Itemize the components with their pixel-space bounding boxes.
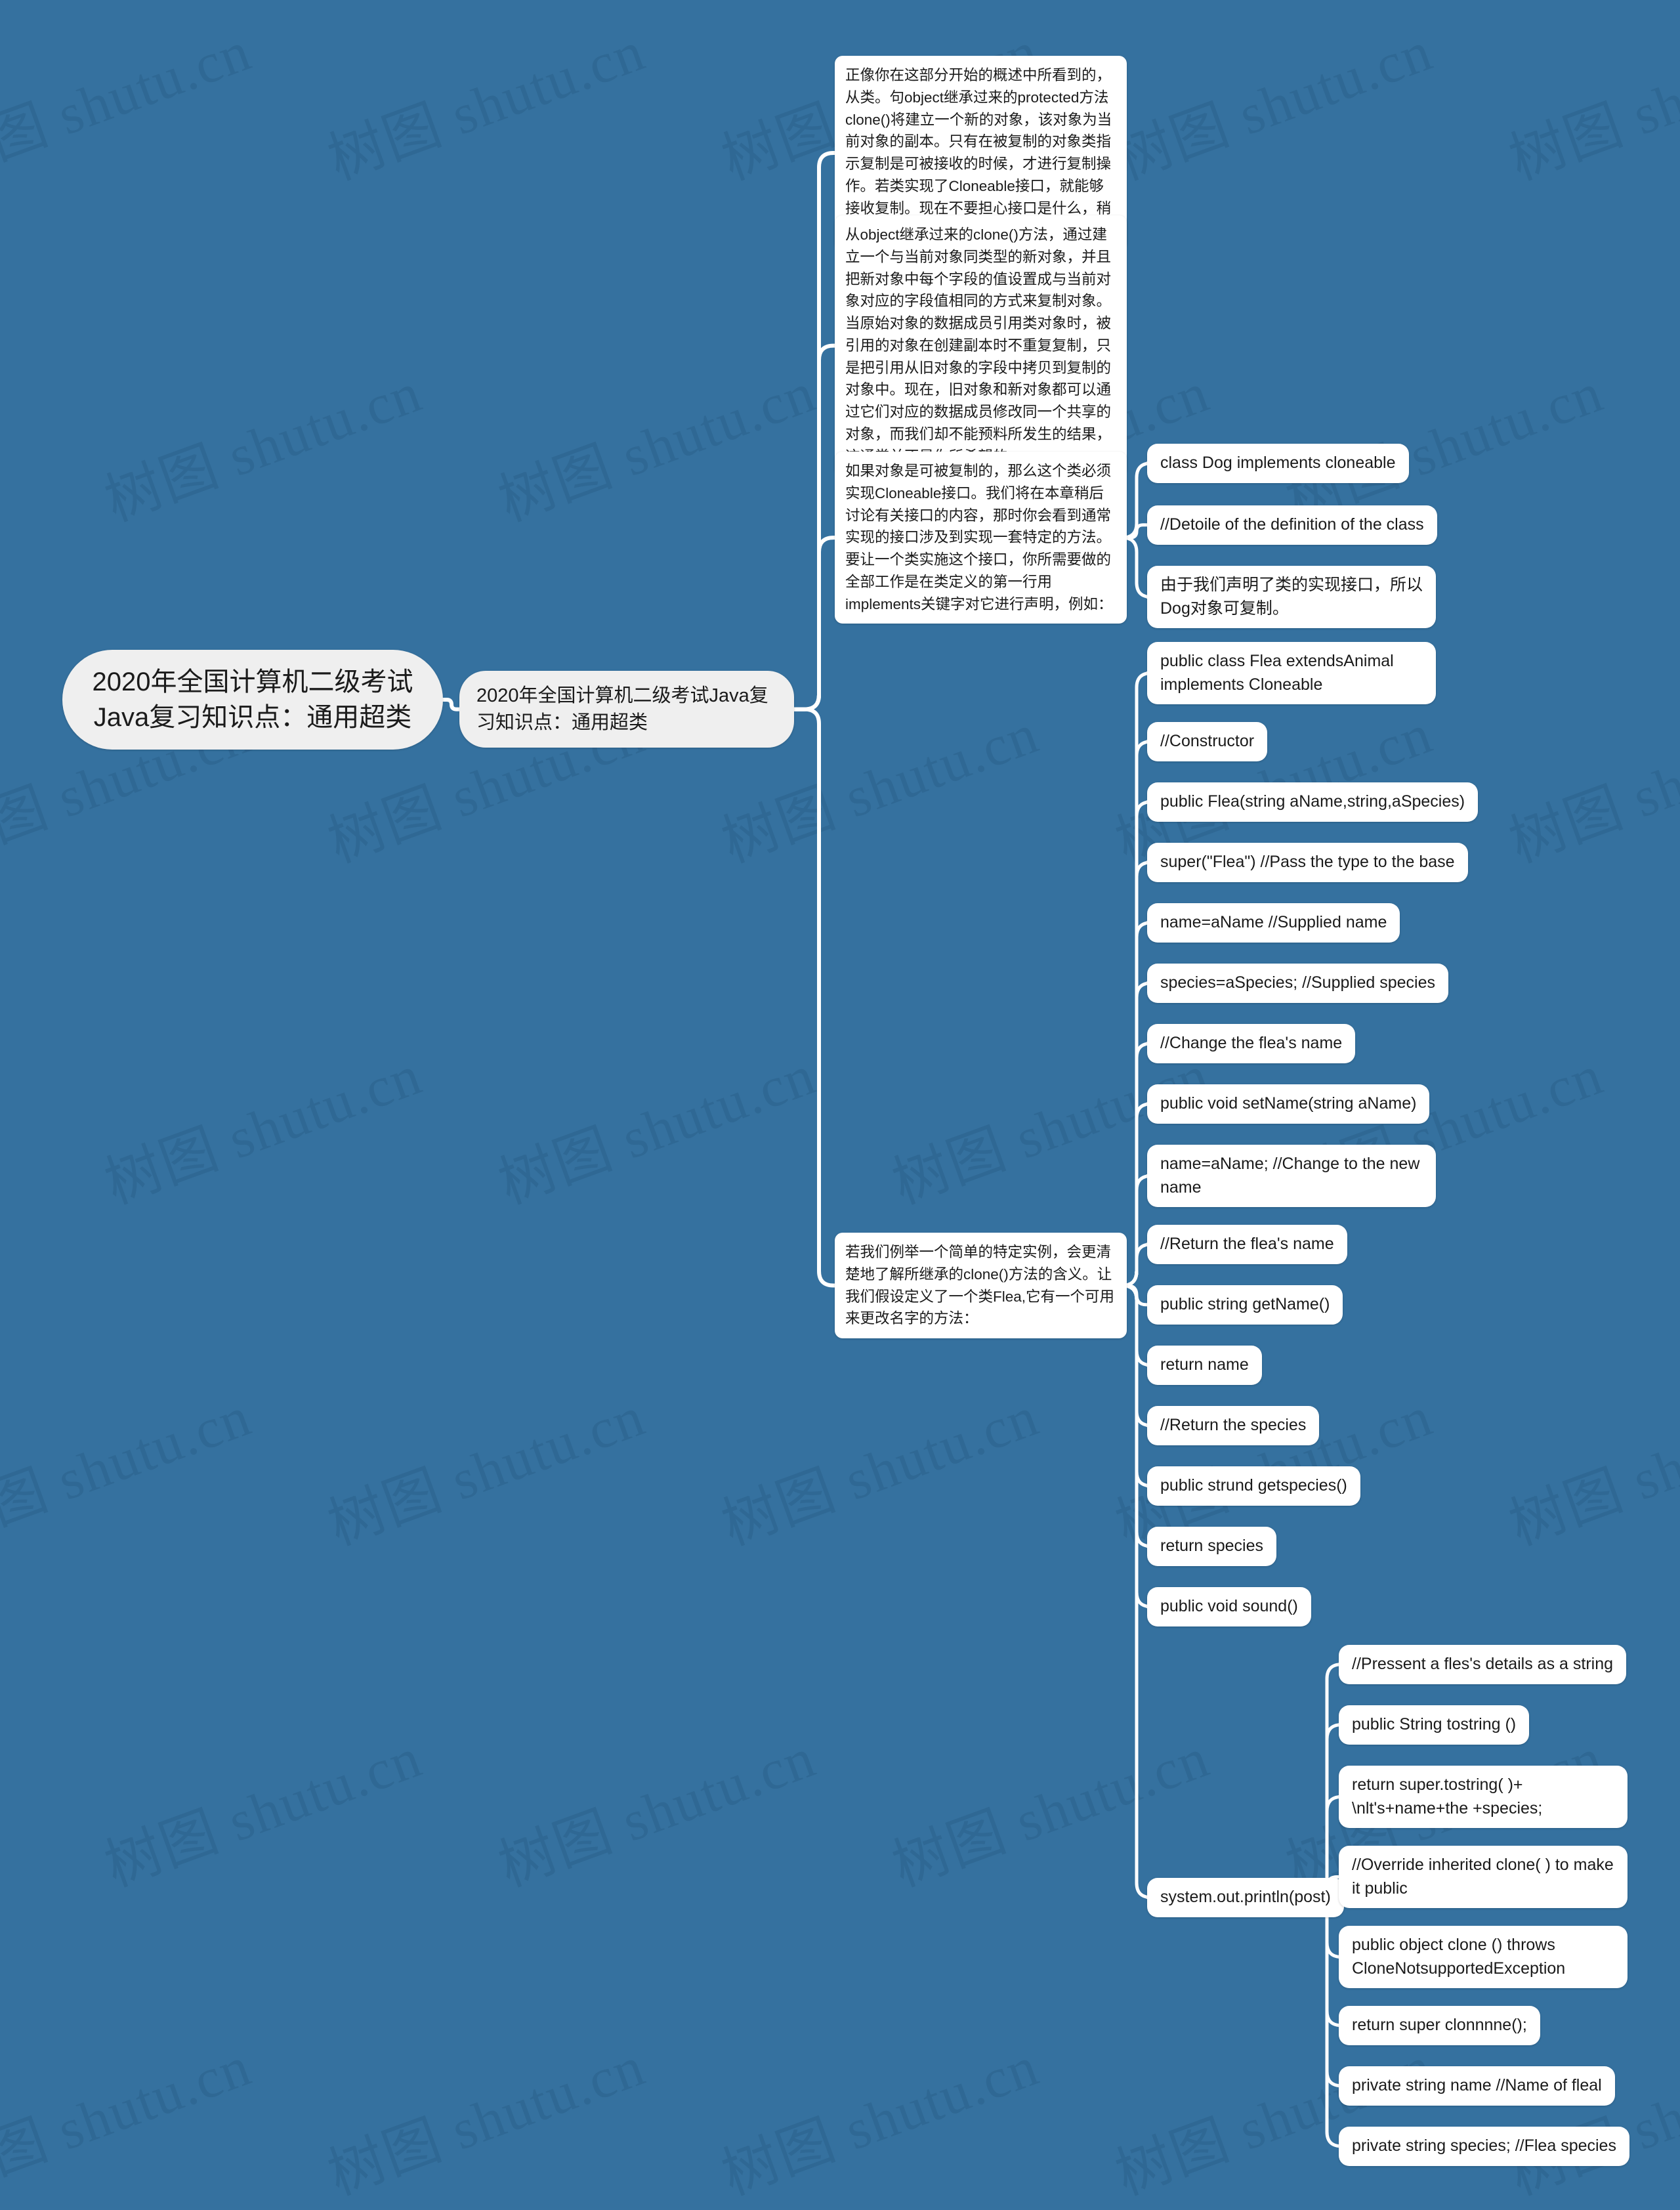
code-node-species-supplied[interactable]: species=aSpecies; //Supplied species: [1147, 964, 1449, 1003]
code-node-println[interactable]: system.out.println(post): [1147, 1878, 1344, 1917]
root-node[interactable]: 2020年全国计算机二级考试Java复习知识点：通用超类: [62, 650, 443, 750]
level2-node[interactable]: 2020年全国计算机二级考试Java复习知识点：通用超类: [459, 671, 794, 748]
paragraph-node-4[interactable]: 若我们例举一个简单的特定实例，会更清楚地了解所继承的clone()方法的含义。让…: [835, 1233, 1127, 1338]
leaf-node-class-dog[interactable]: class Dog implements cloneable: [1147, 444, 1409, 483]
leaf-node-override-clone-comment[interactable]: //Override inherited clone( ) to make it…: [1339, 1846, 1628, 1908]
leaf-node-return-super-clone[interactable]: return super clonnnne();: [1339, 2006, 1540, 2045]
leaf-node-detoile-definition[interactable]: //Detoile of the definition of the class: [1147, 505, 1437, 545]
leaf-node-dog-cloneable-cn[interactable]: 由于我们声明了类的实现接口，所以Dog对象可复制。: [1147, 566, 1436, 628]
leaf-node-private-name[interactable]: private string name //Name of fleal: [1339, 2066, 1615, 2106]
code-node-flea-constructor[interactable]: public Flea(string aName,string,aSpecies…: [1147, 782, 1479, 822]
code-node-return-species[interactable]: return species: [1147, 1527, 1277, 1566]
paragraph-node-2[interactable]: 从object继承过来的clone()方法，通过建立一个与当前对象同类型的新对象…: [835, 215, 1127, 477]
code-node-constructor-comment[interactable]: //Constructor: [1147, 722, 1268, 761]
leaf-node-tostring[interactable]: public String tostring (): [1339, 1705, 1530, 1745]
leaf-node-public-object-clone[interactable]: public object clone () throws CloneNotsu…: [1339, 1926, 1628, 1988]
code-node-name-change-new[interactable]: name=aName; //Change to the new name: [1147, 1145, 1436, 1207]
mindmap-canvas: 2020年全国计算机二级考试Java复习知识点：通用超类 2020年全国计算机二…: [0, 0, 1680, 2199]
leaf-node-private-species[interactable]: private string species; //Flea species: [1339, 2127, 1629, 2166]
code-node-sound[interactable]: public void sound(): [1147, 1587, 1311, 1626]
code-node-change-name-comment[interactable]: //Change the flea's name: [1147, 1024, 1356, 1063]
code-node-return-species-comment[interactable]: //Return the species: [1147, 1406, 1320, 1445]
leaf-node-return-super-tostring[interactable]: return super.tostring( )+ \nlt's+name+th…: [1339, 1766, 1628, 1828]
code-node-name-supplied[interactable]: name=aName //Supplied name: [1147, 903, 1400, 943]
paragraph-node-3[interactable]: 如果对象是可被复制的，那么这个类必须实现Cloneable接口。我们将在本章稍后…: [835, 452, 1127, 624]
code-node-setname[interactable]: public void setName(string aName): [1147, 1084, 1430, 1124]
code-node-return-name[interactable]: return name: [1147, 1346, 1262, 1385]
code-node-class-flea[interactable]: public class Flea extendsAnimal implemen…: [1147, 642, 1436, 704]
code-node-getspecies[interactable]: public strund getspecies(): [1147, 1466, 1360, 1506]
code-node-getname[interactable]: public string getName(): [1147, 1285, 1343, 1325]
leaf-node-present-details[interactable]: //Pressent a fles's details as a string: [1339, 1645, 1627, 1684]
code-node-return-name-comment[interactable]: //Return the flea's name: [1147, 1225, 1347, 1264]
code-node-super-flea[interactable]: super("Flea") //Pass the type to the bas…: [1147, 843, 1468, 882]
